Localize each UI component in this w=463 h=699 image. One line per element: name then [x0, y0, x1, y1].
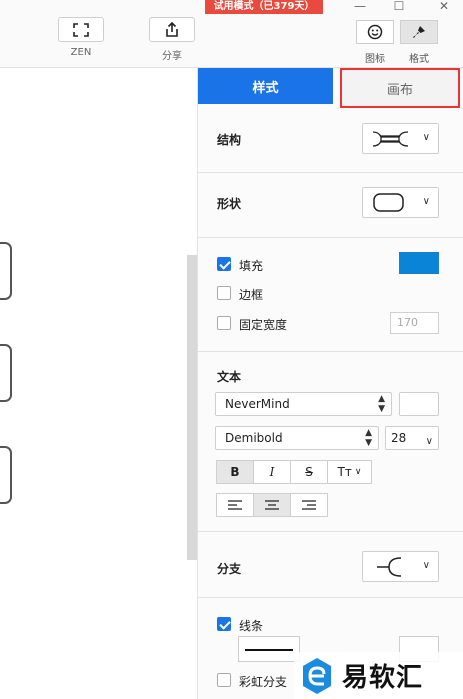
align-center-icon: [265, 500, 279, 510]
branch-dropdown[interactable]: ∨: [362, 551, 439, 582]
mindmap-canvas[interactable]: [0, 68, 197, 699]
icon-tab[interactable]: [356, 20, 394, 44]
shape-title: 形状: [217, 197, 242, 211]
line-label: 线条: [239, 619, 264, 633]
rounded-rect-icon: [373, 193, 404, 212]
fill-checkbox[interactable]: [217, 257, 231, 271]
text-case-button[interactable]: Tт ∨: [327, 460, 372, 484]
align-left-icon: [228, 500, 242, 510]
tab-canvas[interactable]: 画布: [340, 68, 460, 108]
fill-color-swatch[interactable]: [399, 252, 439, 274]
chevron-down-icon: ∨: [422, 132, 430, 143]
style-tab[interactable]: [400, 20, 438, 44]
chevron-down-icon: ∨: [422, 196, 430, 207]
share-label: 分享: [162, 51, 182, 62]
share-icon: [166, 21, 178, 37]
font-size-select[interactable]: 28 ∨: [385, 426, 439, 450]
case-glyph: Tт: [337, 465, 352, 479]
bold-button[interactable]: B: [216, 460, 254, 484]
zen-button[interactable]: [58, 17, 104, 42]
italic-button[interactable]: I: [253, 460, 291, 484]
font-family-select[interactable]: NeverMind ▲ ▼: [215, 392, 392, 416]
updown-icon: ▲ ▼: [378, 394, 385, 414]
smiley-icon: [367, 24, 383, 40]
branch-style-icon: [377, 557, 402, 577]
top-toolbar: ZEN 分享 试用模式（已379天） — ☐ ✕ 图标 格式: [0, 0, 463, 68]
tab-style[interactable]: 样式: [198, 68, 333, 104]
font-size-value: 28: [391, 431, 407, 445]
fixed-width-label: 固定宽度: [239, 318, 288, 332]
canvas-scrollbar[interactable]: [187, 255, 197, 560]
watermark-text: 易软汇: [342, 663, 424, 693]
text-format-row: B I S Tт ∨: [216, 460, 372, 484]
fullscreen-icon: [73, 22, 89, 37]
topic-node[interactable]: [0, 242, 12, 300]
watermark: 易软汇: [294, 652, 463, 699]
strike-glyph: S: [305, 465, 313, 479]
font-family-value: NeverMind: [225, 397, 290, 411]
structure-section: 结构 ∨: [198, 106, 463, 173]
chevron-down-icon: ∨: [425, 436, 433, 447]
fill-label: 填充: [239, 259, 264, 273]
chevron-down-icon: ∨: [422, 560, 430, 571]
brush-icon: [413, 26, 425, 38]
format-panel: 样式 画布 结构 ∨ 形状 ∨ 填充 边框 固定宽度 170 文本 NeverM…: [197, 68, 463, 699]
bold-glyph: B: [230, 465, 240, 479]
icon-tab-label: 图标: [365, 54, 385, 65]
structure-icon: [372, 131, 409, 147]
border-checkbox[interactable]: [217, 286, 231, 300]
zen-label: ZEN: [70, 47, 92, 58]
rainbow-branch-checkbox[interactable]: [217, 673, 231, 687]
align-left-button[interactable]: [216, 493, 254, 517]
font-weight-select[interactable]: Demibold ▲ ▼: [215, 426, 379, 450]
topic-node[interactable]: [0, 344, 12, 402]
rainbow-branch-label: 彩虹分支: [239, 675, 288, 689]
minimize-icon[interactable]: —: [352, 0, 368, 12]
chevron-down-icon: ∨: [354, 467, 362, 477]
updown-icon: ▲ ▼: [365, 428, 372, 448]
align-right-button[interactable]: [290, 493, 328, 517]
fill-section: 填充 边框 固定宽度 170: [198, 238, 463, 352]
structure-title: 结构: [217, 133, 242, 147]
shape-dropdown[interactable]: ∨: [362, 187, 439, 218]
border-label: 边框: [239, 288, 264, 302]
strikethrough-button[interactable]: S: [290, 460, 328, 484]
line-style-preview[interactable]: [238, 636, 300, 662]
topic-node[interactable]: [0, 446, 12, 504]
font-weight-value: Demibold: [225, 431, 283, 445]
text-title: 文本: [217, 370, 242, 384]
branch-title: 分支: [217, 562, 242, 576]
fixed-width-input[interactable]: 170: [390, 312, 439, 334]
align-right-icon: [302, 500, 316, 510]
close-icon[interactable]: ✕: [436, 0, 452, 12]
trial-badge[interactable]: 试用模式（已379天）: [205, 0, 323, 14]
align-center-button[interactable]: [253, 493, 291, 517]
brand-logo-icon: [303, 657, 331, 694]
fixed-width-checkbox[interactable]: [217, 316, 231, 330]
line-sample: [245, 649, 293, 651]
style-tab-label: 格式: [409, 54, 429, 65]
structure-dropdown[interactable]: ∨: [362, 123, 439, 154]
line-checkbox[interactable]: [217, 617, 231, 631]
text-section: 文本 NeverMind ▲ ▼ Demibold ▲ ▼ 28 ∨ B I S T…: [198, 352, 463, 532]
align-row: [216, 493, 328, 517]
font-color-box[interactable]: [399, 392, 439, 416]
italic-glyph: I: [269, 465, 275, 479]
maximize-icon[interactable]: ☐: [391, 0, 407, 12]
branch-section: 分支 ∨: [198, 532, 463, 598]
share-button[interactable]: [149, 17, 195, 42]
shape-section: 形状 ∨: [198, 173, 463, 238]
